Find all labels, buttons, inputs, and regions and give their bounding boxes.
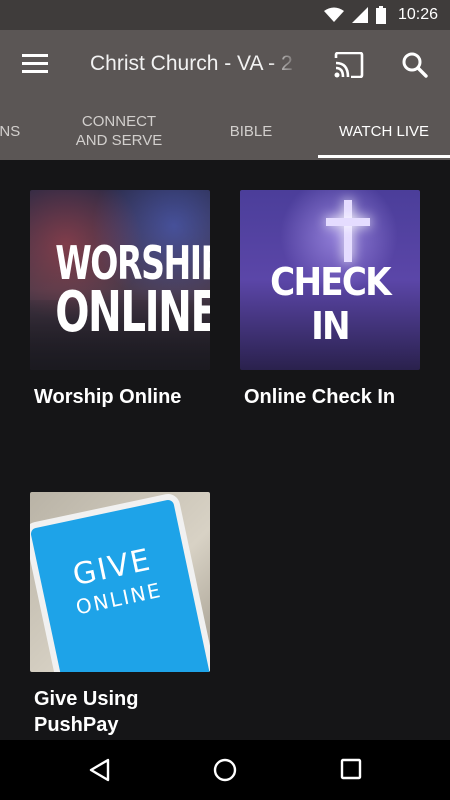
tab-label: ONS <box>0 122 21 140</box>
app-title: Christ Church - VA - 2 <box>90 52 293 75</box>
signal-icon <box>351 7 368 23</box>
tile-online-check-in[interactable]: CHECK IN Online Check In <box>240 190 420 410</box>
system-nav-bar <box>0 740 450 800</box>
tile-label: Worship Online <box>34 386 182 408</box>
active-tab-indicator <box>318 155 450 158</box>
tile-give-pushpay[interactable]: GIVE ONLINE Give Using PushPay <box>30 492 210 738</box>
give-online-image: GIVE ONLINE <box>30 492 210 672</box>
battery-icon <box>375 6 386 24</box>
cast-icon[interactable] <box>334 52 364 78</box>
tab-watch-live[interactable]: WATCH LIVE <box>318 102 450 160</box>
tab-label: CONNECT AND SERVE <box>75 113 163 149</box>
status-bar: 10:26 <box>0 0 450 30</box>
status-time: 10:26 <box>397 6 438 23</box>
tile-label: Give Using PushPay <box>34 688 139 736</box>
back-icon[interactable] <box>88 758 110 782</box>
tab-connect-and-serve[interactable]: CONNECT AND SERVE <box>54 102 184 160</box>
recents-icon[interactable] <box>340 758 362 780</box>
tab-label: BIBLE <box>229 122 273 140</box>
cross-bar <box>326 218 370 226</box>
hamburger-menu-icon[interactable] <box>22 54 48 76</box>
worship-image-text-2: ONLINE <box>55 280 210 345</box>
home-icon[interactable] <box>213 758 237 782</box>
tile-label: Online Check In <box>244 386 396 408</box>
app-bar: Christ Church - VA - 2 <box>0 30 450 102</box>
check-in-image: CHECK IN <box>240 190 420 370</box>
tab-bible[interactable]: BIBLE <box>196 102 306 160</box>
worship-online-image: WORSHIP ONLINE <box>30 190 210 370</box>
check-in-image-text: CHECK IN <box>270 260 391 348</box>
tile-worship-online[interactable]: WORSHIP ONLINE Worship Online <box>30 190 210 410</box>
wifi-icon <box>323 7 344 22</box>
tab-label: WATCH LIVE <box>338 122 429 140</box>
tab-bar: ONS CONNECT AND SERVE BIBLE WATCH LIVE <box>0 102 450 160</box>
search-icon[interactable] <box>402 52 428 78</box>
tab-partial[interactable]: ONS <box>0 102 28 160</box>
cross-icon <box>344 200 352 262</box>
